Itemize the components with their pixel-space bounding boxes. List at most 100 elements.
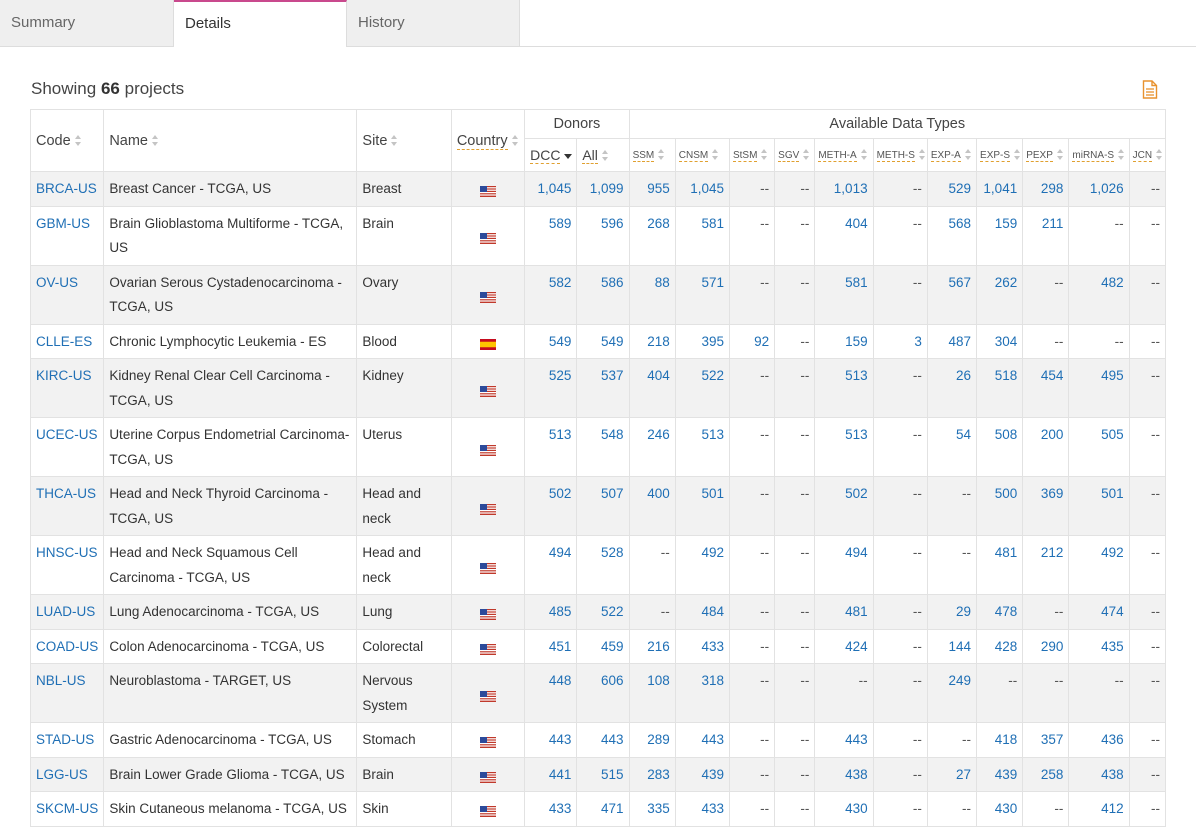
ssm-count-cell[interactable]: 88: [628, 264, 676, 325]
exp-s-count-cell[interactable]: 439: [976, 756, 1024, 792]
donors-dcc-cell[interactable]: 589: [524, 205, 578, 266]
exp-a-count-cell[interactable]: 144: [926, 628, 978, 664]
pexp-count-cell[interactable]: 258: [1022, 756, 1070, 792]
project-code-link[interactable]: COAD-US: [36, 639, 98, 654]
donors-all-cell[interactable]: 548: [576, 417, 630, 477]
mirna-s-count-cell[interactable]: 474: [1068, 594, 1130, 630]
tab-history[interactable]: History: [347, 0, 520, 46]
donors-dcc-cell[interactable]: 582: [524, 264, 578, 325]
tab-details[interactable]: Details: [174, 0, 347, 47]
cnsm-count-cell[interactable]: 581: [674, 205, 730, 266]
exp-a-count-cell[interactable]: 487: [926, 323, 978, 359]
mirna-s-count-cell[interactable]: 435: [1068, 628, 1130, 664]
project-code-link[interactable]: HNSC-US: [36, 545, 98, 560]
donors-all-cell[interactable]: 596: [576, 205, 630, 266]
mirna-s-count-cell[interactable]: 505: [1068, 417, 1130, 477]
donors-all-cell[interactable]: 515: [576, 756, 630, 792]
meth-a-count-cell[interactable]: 430: [814, 791, 874, 827]
cnsm-count-cell[interactable]: 513: [674, 417, 730, 477]
donors-dcc-cell[interactable]: 494: [524, 535, 578, 595]
exp-s-count-cell[interactable]: 262: [976, 264, 1024, 325]
column-header-pexp[interactable]: PEXP: [1022, 138, 1070, 172]
project-code-link[interactable]: SKCM-US: [36, 801, 98, 816]
pexp-count-cell[interactable]: 357: [1022, 722, 1070, 758]
column-header-cnsm[interactable]: CNSM: [674, 138, 730, 172]
ssm-count-cell[interactable]: 955: [628, 171, 676, 207]
column-header-meth-a[interactable]: METH-A: [814, 138, 874, 172]
project-code-link[interactable]: UCEC-US: [36, 427, 98, 442]
ssm-count-cell[interactable]: 108: [628, 663, 676, 723]
mirna-s-count-cell[interactable]: 436: [1068, 722, 1130, 758]
meth-a-count-cell[interactable]: 404: [814, 205, 874, 266]
project-code-link[interactable]: LUAD-US: [36, 604, 95, 619]
pexp-count-cell[interactable]: 369: [1022, 476, 1070, 536]
exp-a-count-cell[interactable]: 54: [926, 417, 978, 477]
ssm-count-cell[interactable]: 268: [628, 205, 676, 266]
mirna-s-count-cell[interactable]: 438: [1068, 756, 1130, 792]
exp-a-count-cell[interactable]: 567: [926, 264, 978, 325]
column-header-name[interactable]: Name: [103, 109, 358, 172]
mirna-s-count-cell[interactable]: 501: [1068, 476, 1130, 536]
file-export-icon[interactable]: [1142, 80, 1158, 99]
exp-s-count-cell[interactable]: 1,041: [976, 171, 1024, 207]
meth-a-count-cell[interactable]: 513: [814, 358, 874, 418]
donors-dcc-cell[interactable]: 448: [524, 663, 578, 723]
ssm-count-cell[interactable]: 283: [628, 756, 676, 792]
mirna-s-count-cell[interactable]: 492: [1068, 535, 1130, 595]
project-code-link[interactable]: OV-US: [36, 275, 78, 290]
mirna-s-count-cell[interactable]: 495: [1068, 358, 1130, 418]
exp-s-count-cell[interactable]: 304: [976, 323, 1024, 359]
mirna-s-count-cell[interactable]: 412: [1068, 791, 1130, 827]
cnsm-count-cell[interactable]: 318: [674, 663, 730, 723]
donors-all-cell[interactable]: 528: [576, 535, 630, 595]
exp-s-count-cell[interactable]: 428: [976, 628, 1024, 664]
cnsm-count-cell[interactable]: 433: [674, 628, 730, 664]
exp-a-count-cell[interactable]: 27: [926, 756, 978, 792]
exp-s-count-cell[interactable]: 478: [976, 594, 1024, 630]
project-code-link[interactable]: LGG-US: [36, 767, 88, 782]
exp-s-count-cell[interactable]: 500: [976, 476, 1024, 536]
donors-all-cell[interactable]: 586: [576, 264, 630, 325]
donors-dcc-cell[interactable]: 433: [524, 791, 578, 827]
project-code-link[interactable]: GBM-US: [36, 216, 90, 231]
exp-s-count-cell[interactable]: 430: [976, 791, 1024, 827]
pexp-count-cell[interactable]: 212: [1022, 535, 1070, 595]
donors-all-cell[interactable]: 471: [576, 791, 630, 827]
pexp-count-cell[interactable]: 298: [1022, 171, 1070, 207]
exp-s-count-cell[interactable]: 518: [976, 358, 1024, 418]
project-code-link[interactable]: NBL-US: [36, 673, 86, 688]
pexp-count-cell[interactable]: 290: [1022, 628, 1070, 664]
mirna-s-count-cell[interactable]: 482: [1068, 264, 1130, 325]
cnsm-count-cell[interactable]: 484: [674, 594, 730, 630]
column-header-meth-s[interactable]: METH-S: [872, 138, 928, 172]
donors-dcc-cell[interactable]: 549: [524, 323, 578, 359]
donors-dcc-cell[interactable]: 513: [524, 417, 578, 477]
exp-a-count-cell[interactable]: 29: [926, 594, 978, 630]
exp-a-count-cell[interactable]: 529: [926, 171, 978, 207]
ssm-count-cell[interactable]: 289: [628, 722, 676, 758]
column-header-stsm[interactable]: StSM: [728, 138, 776, 172]
exp-s-count-cell[interactable]: 508: [976, 417, 1024, 477]
tab-summary[interactable]: Summary: [0, 0, 174, 46]
donors-dcc-cell[interactable]: 525: [524, 358, 578, 418]
project-code-link[interactable]: CLLE-ES: [36, 334, 92, 349]
cnsm-count-cell[interactable]: 1,045: [674, 171, 730, 207]
meth-a-count-cell[interactable]: 443: [814, 722, 874, 758]
meth-a-count-cell[interactable]: 1,013: [814, 171, 874, 207]
cnsm-count-cell[interactable]: 522: [674, 358, 730, 418]
donors-all-cell[interactable]: 507: [576, 476, 630, 536]
meth-a-count-cell[interactable]: 481: [814, 594, 874, 630]
column-header-sgv[interactable]: SGV: [774, 138, 816, 172]
ssm-count-cell[interactable]: 404: [628, 358, 676, 418]
donors-dcc-cell[interactable]: 502: [524, 476, 578, 536]
donors-dcc-cell[interactable]: 451: [524, 628, 578, 664]
column-header-country[interactable]: Country: [450, 109, 526, 172]
cnsm-count-cell[interactable]: 571: [674, 264, 730, 325]
column-header-ssm[interactable]: SSM: [628, 138, 676, 172]
exp-a-count-cell[interactable]: 568: [926, 205, 978, 266]
column-header-dcc[interactable]: DCC: [524, 138, 578, 172]
pexp-count-cell[interactable]: 200: [1022, 417, 1070, 477]
meth-a-count-cell[interactable]: 502: [814, 476, 874, 536]
donors-all-cell[interactable]: 606: [576, 663, 630, 723]
cnsm-count-cell[interactable]: 443: [674, 722, 730, 758]
